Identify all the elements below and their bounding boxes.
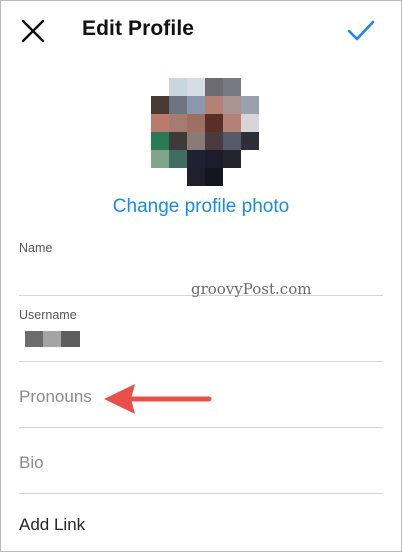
edit-profile-screen: Edit Profile Change profile photo Name g…: [0, 0, 402, 552]
username-field[interactable]: [25, 331, 80, 347]
pronouns-divider: [19, 427, 383, 428]
change-profile-photo-link[interactable]: Change profile photo: [1, 196, 401, 218]
pronouns-field[interactable]: Pronouns: [19, 387, 92, 407]
annotation-arrow-icon: [104, 384, 212, 414]
profile-photo[interactable]: [151, 78, 259, 186]
watermark-text: groovyPost.com: [191, 280, 312, 298]
username-label: Username: [19, 308, 77, 322]
checkmark-icon[interactable]: [345, 17, 377, 45]
close-icon[interactable]: [19, 17, 47, 45]
top-bar: Edit Profile: [1, 1, 401, 61]
name-label: Name: [19, 241, 53, 255]
bio-divider: [19, 493, 383, 494]
username-underline: [19, 361, 383, 362]
add-link-row[interactable]: Add Link: [19, 515, 85, 535]
page-title: Edit Profile: [82, 17, 195, 40]
bio-field[interactable]: Bio: [19, 453, 44, 473]
